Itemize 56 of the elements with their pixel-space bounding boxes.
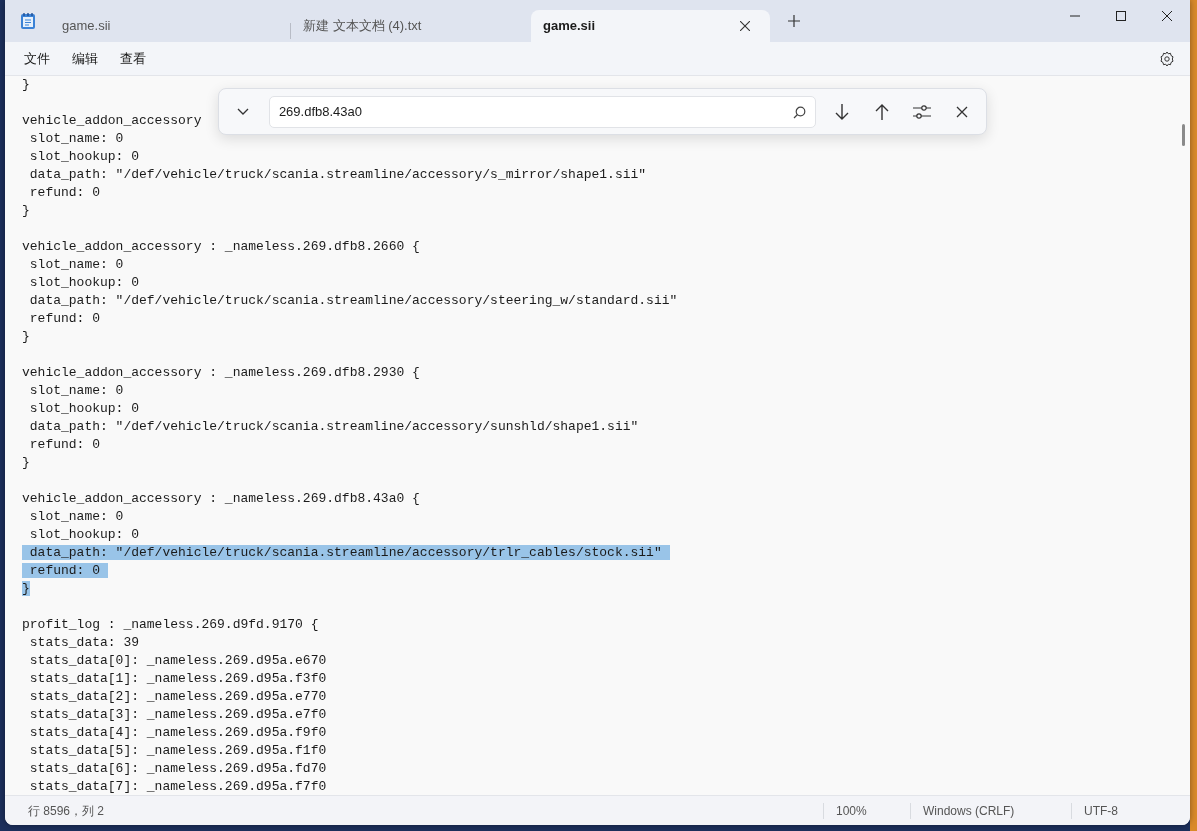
code-line: slot_hookup: 0 [28,275,140,290]
code-line: refund: 0 [28,311,100,326]
code-line: refund: 0 [28,437,100,452]
menu-item[interactable]: 编辑 [61,44,109,73]
tab[interactable]: 新建 文本文档 (4).txt [291,10,531,42]
scrollbar-thumb[interactable] [1182,124,1185,146]
encoding: UTF-8 [1083,802,1119,820]
code-line: slot_hookup: 0 [28,527,140,542]
code-line: stats_data[1]: _nameless.269.d95a.f3f0 [28,671,327,686]
code-line: slot_name: 0 [28,131,124,146]
arrow-up-icon[interactable] [874,102,891,121]
code-line: stats_data[2]: _nameless.269.d95a.e770 [28,689,327,704]
code-line: slot_hookup: 0 [28,401,140,416]
line-ending: Windows (CRLF) [922,802,1016,820]
code-line: stats_data[0]: _nameless.269.d95a.e670 [28,653,327,668]
plus-icon[interactable] [788,15,800,27]
code-line: slot_name: 0 [28,509,124,524]
code-line: slot_name: 0 [28,257,124,272]
code-line: } [22,77,30,92]
notepad-icon [19,12,36,30]
code-line: stats_data[6]: _nameless.269.d95a.fd70 [28,761,327,776]
menu-item[interactable]: 查看 [109,44,157,73]
code-line: data_path: "/def/vehicle/truck/scania.streamline/accessory/sunshld/shape1.sii" [28,419,639,434]
code-line: stats_data[5]: _nameless.269.d95a.f1f0 [28,743,327,758]
code-line: refund: 0 [28,185,100,200]
code-line: } [22,203,30,218]
cursor-position: 行 8596，列 2 [27,802,106,820]
chevron-down-icon[interactable] [236,107,249,116]
code-line: stats_data: 39 [28,635,140,650]
code-line: stats_data[3]: _nameless.269.d95a.e7f0 [28,707,327,722]
code-line: } [22,455,30,470]
code-line: data_path: "/def/vehicle/truck/scania.streamline/accessory/s_mirror/shape1.sii" [28,167,647,182]
code-line: profit_log : _nameless.269.d9fd.9170 { [22,617,319,632]
arrow-down-icon[interactable] [834,102,851,121]
code-line: data_path: "/def/vehicle/truck/scania.streamline/accessory/steering_w/standard.sii" [28,293,678,308]
code-line: vehicle_addon_accessory : _nameless.269.dfb8.2930 { [22,365,420,380]
zoom-level: 100% [835,802,868,820]
search-icon[interactable] [793,105,807,119]
code-line: vehicle_addon_accessory [22,113,202,128]
maximize-icon[interactable] [1116,11,1126,21]
code-line: stats_data[7]: _nameless.269.d95a.f7f0 [28,779,327,794]
sliders-icon[interactable] [913,104,932,119]
code-line: vehicle_addon_accessory : _nameless.269.dfb8.43a0 { [22,491,420,506]
close-icon[interactable] [1162,11,1172,21]
tab[interactable]: game.sii [531,10,770,42]
code-line: stats_data[4]: _nameless.269.d95a.f9f0 [28,725,327,740]
code-line: vehicle_addon_accessory : _nameless.269.dfb8.2660 { [22,239,420,254]
menu-item[interactable]: 文件 [13,44,61,73]
settings-icon[interactable] [1159,50,1175,67]
code-line: slot_name: 0 [28,383,124,398]
code-line: slot_hookup: 0 [28,149,140,164]
code-line: } [22,329,30,344]
tab[interactable]: game.sii [50,10,290,42]
close-icon[interactable] [956,105,969,118]
search-field[interactable]: 269.dfb8.43a0 [268,95,817,128]
close-icon[interactable] [740,21,750,31]
